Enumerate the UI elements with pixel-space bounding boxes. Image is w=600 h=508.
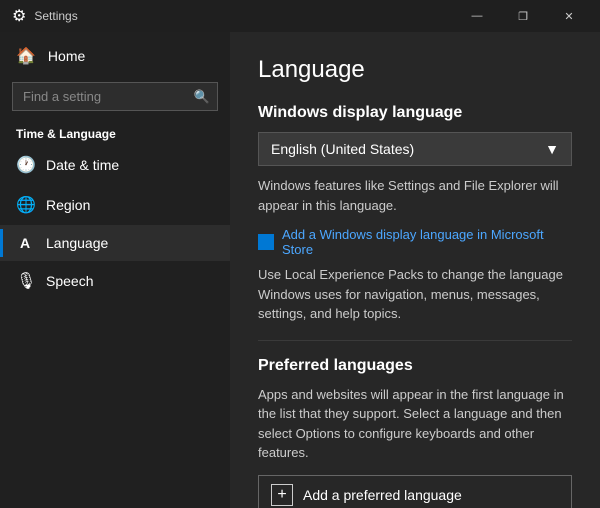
speech-label: Speech bbox=[46, 273, 93, 289]
display-language-info: Windows features like Settings and File … bbox=[258, 176, 572, 215]
home-icon: 🏠 bbox=[16, 46, 36, 66]
main-panel: Language Windows display language Englis… bbox=[230, 32, 600, 508]
region-label: Region bbox=[46, 197, 90, 213]
title-bar-left: ⚙ Settings bbox=[12, 6, 78, 26]
search-icon: 🔍 bbox=[194, 89, 210, 105]
language-icon: A bbox=[16, 235, 34, 251]
settings-gear-icon: ⚙ bbox=[12, 6, 26, 26]
sidebar-item-date-time[interactable]: 🕐 Date & time bbox=[0, 145, 230, 185]
store-icon bbox=[258, 234, 274, 250]
close-button[interactable]: ✕ bbox=[546, 0, 592, 32]
add-language-label: Add a preferred language bbox=[303, 487, 462, 503]
chevron-down-icon: ▼ bbox=[545, 141, 559, 157]
date-time-icon: 🕐 bbox=[16, 155, 34, 175]
add-language-button[interactable]: + Add a preferred language bbox=[258, 475, 572, 508]
display-language-value: English (United States) bbox=[271, 141, 414, 157]
plus-icon: + bbox=[271, 484, 293, 506]
store-info-text: Use Local Experience Packs to change the… bbox=[258, 265, 572, 324]
region-icon: 🌐 bbox=[16, 195, 34, 215]
title-bar-title: Settings bbox=[34, 9, 77, 23]
preferred-languages-heading: Preferred languages bbox=[258, 357, 572, 375]
date-time-label: Date & time bbox=[46, 157, 119, 173]
search-input[interactable] bbox=[12, 82, 218, 111]
page-title: Language bbox=[258, 56, 572, 84]
maximize-button[interactable]: ❐ bbox=[500, 0, 546, 32]
minimize-button[interactable]: — bbox=[454, 0, 500, 32]
sidebar: 🏠 Home 🔍 Time & Language 🕐 Date & time 🌐… bbox=[0, 32, 230, 508]
sidebar-item-speech[interactable]: 🎙 Speech bbox=[0, 261, 230, 301]
store-link[interactable]: Add a Windows display language in Micros… bbox=[282, 227, 572, 257]
divider bbox=[258, 340, 572, 341]
display-language-heading: Windows display language bbox=[258, 104, 572, 122]
search-box: 🔍 bbox=[12, 82, 218, 111]
language-label: Language bbox=[46, 235, 108, 251]
title-bar: ⚙ Settings — ❐ ✕ bbox=[0, 0, 600, 32]
speech-icon: 🎙 bbox=[16, 271, 34, 291]
store-link-row: Add a Windows display language in Micros… bbox=[258, 227, 572, 257]
home-label: Home bbox=[48, 48, 85, 64]
sidebar-section-label: Time & Language bbox=[0, 117, 230, 145]
sidebar-item-language[interactable]: A Language bbox=[0, 225, 230, 261]
display-language-dropdown[interactable]: English (United States) ▼ bbox=[258, 132, 572, 166]
title-bar-controls: — ❐ ✕ bbox=[454, 0, 592, 32]
sidebar-item-region[interactable]: 🌐 Region bbox=[0, 185, 230, 225]
preferred-languages-info: Apps and websites will appear in the fir… bbox=[258, 385, 572, 463]
app-body: 🏠 Home 🔍 Time & Language 🕐 Date & time 🌐… bbox=[0, 32, 600, 508]
sidebar-item-home[interactable]: 🏠 Home bbox=[0, 36, 230, 76]
